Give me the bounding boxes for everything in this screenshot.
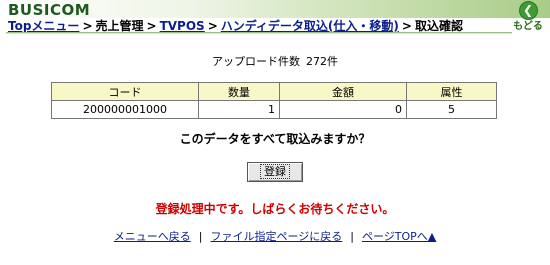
breadcrumb-top-menu[interactable]: Topメニュー [8,19,79,33]
upload-count-label: アップロード件数 [212,55,300,68]
import-data-table: コード 数量 金額 属性 200000001000 1 0 5 [51,82,497,119]
breadcrumb-separator: > [207,19,218,33]
breadcrumb-sales-management: 売上管理 [95,19,144,33]
back-to-file-page-link[interactable]: ファイル指定ページに戻る [210,230,342,243]
cell-quantity: 1 [198,100,280,119]
header-divider [6,32,512,34]
breadcrumb-separator: > [401,19,412,33]
cell-amount: 0 [279,100,407,119]
processing-message: 登録処理中です。しばらくお待ちください。 [155,202,395,216]
cell-attribute: 5 [406,100,497,119]
breadcrumb-tvpos[interactable]: TVPOS [160,19,205,33]
arrow-left-icon: ❮ [518,1,538,20]
breadcrumb-current-page: 取込確認 [414,19,463,33]
column-header-code: コード [51,82,199,101]
upload-count: アップロード件数 272件 [0,53,550,69]
breadcrumb-separator: > [82,19,93,33]
footer-links: メニューへ戻る | ファイル指定ページに戻る | ページTOPへ▲ [0,228,550,244]
back-label: もどる [513,21,543,32]
register-button-wrap: 登録 [0,162,550,182]
footer-separator: | [198,230,203,243]
column-header-attribute: 属性 [406,82,497,101]
table-row: 200000001000 1 0 5 [51,100,497,119]
back-to-menu-link[interactable]: メニューへ戻る [114,230,191,243]
header-bar: BUSICOM [0,0,550,19]
column-header-quantity: 数量 [198,82,280,101]
register-button-label: 登録 [260,164,290,179]
register-button[interactable]: 登録 [247,162,303,182]
breadcrumb-handy-import[interactable]: ハンディデータ取込(仕入・移動) [221,19,399,33]
page-top-link[interactable]: ページTOPへ▲ [362,230,436,243]
breadcrumb-separator: > [146,19,157,33]
table-header-row: コード 数量 金額 属性 [51,82,497,101]
confirm-question: このデータをすべて取込みますか？ [179,132,371,146]
column-header-amount: 金額 [279,82,407,101]
upload-count-value: 272件 [306,55,338,68]
back-button[interactable]: ❮ もどる [509,0,547,32]
cell-code: 200000001000 [51,100,199,119]
footer-separator: | [350,230,354,243]
